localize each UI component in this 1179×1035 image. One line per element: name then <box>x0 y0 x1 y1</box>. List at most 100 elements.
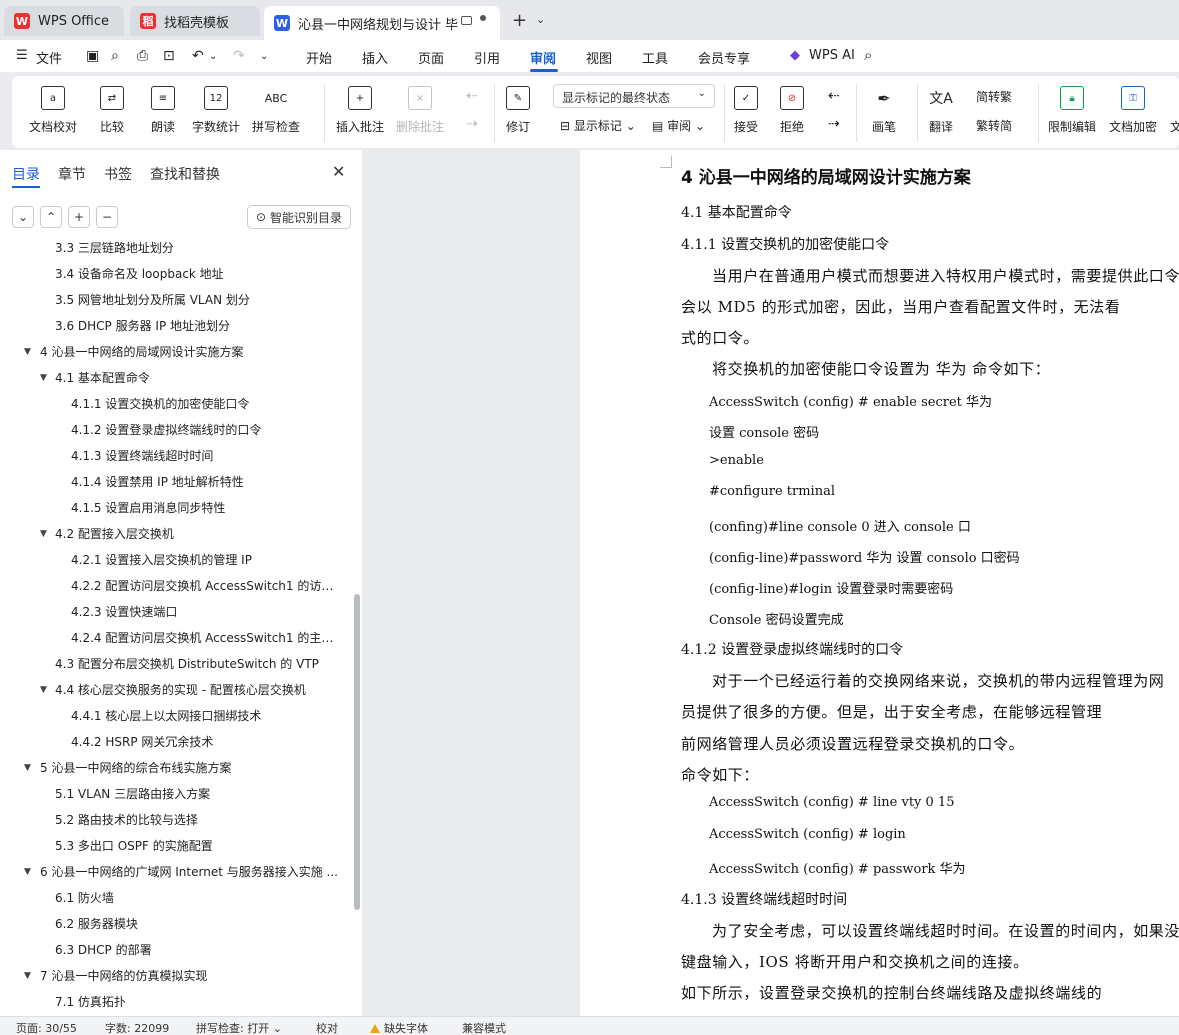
restrict-edit-button[interactable]: 🔒︎ 限制编辑 <box>1048 76 1096 135</box>
document-page[interactable]: 4 沁县一中网络的局域网设计实施方案 4.1 基本配置命令 4.1.1 设置交换机的… <box>580 150 1179 1016</box>
toc-item[interactable]: 4.4.2 HSRP 网关冗余技术 <box>0 729 352 755</box>
screen-icon[interactable] <box>461 16 472 25</box>
toc-item[interactable]: 6.1 防火墙 <box>0 885 352 911</box>
next-change-icon[interactable]: ⇢ <box>828 116 840 132</box>
collapse-caret-icon[interactable]: ▼ <box>24 963 31 989</box>
search-icon[interactable]: ⌕ <box>864 46 872 64</box>
toc-item[interactable]: 5.2 路由技术的比较与选择 <box>0 807 352 833</box>
smart-toc-button[interactable]: ⊙ 智能识别目录 <box>247 205 351 229</box>
toc-item[interactable]: 7.1 仿真拓扑 <box>0 989 352 1015</box>
prev-change-icon[interactable]: ⇠ <box>828 88 840 104</box>
collapse-caret-icon[interactable]: ▼ <box>40 677 47 703</box>
expand-all-button[interactable]: ⌄ <box>12 206 34 228</box>
toc-item[interactable]: 4.2.4 配置访问层交换机 AccessSwitch1 的主干 ... <box>0 625 352 651</box>
toc-item[interactable]: 4.2.1 设置接入层交换机的管理 IP <box>0 547 352 573</box>
tab-document[interactable]: W 沁县一中网络规划与设计 毕业 <box>264 6 500 40</box>
menu-member[interactable]: 会员专享 <box>698 48 750 67</box>
toc-item[interactable]: ▼ 7 沁县一中网络的仿真模拟实现 <box>0 963 352 989</box>
toc-item[interactable]: 6.2 服务器模块 <box>0 911 352 937</box>
ribbon-more-label[interactable]: 文 <box>1170 118 1179 135</box>
toc-item[interactable]: ▼ 4.2 配置接入层交换机 <box>0 521 352 547</box>
toc-item[interactable]: 5.3 多出口 OSPF 的实施配置 <box>0 833 352 859</box>
revise-button[interactable]: ✎ 修订 <box>506 76 530 135</box>
new-tab-plus-icon[interactable]: + <box>512 10 527 31</box>
missing-font-status[interactable]: 缺失字体 <box>370 1020 428 1035</box>
review-pane-button[interactable]: ▤ 审阅 ⌄ <box>652 117 705 134</box>
toc-item[interactable]: 3.5 网管地址划分及所属 VLAN 划分 <box>0 287 352 313</box>
toc-item[interactable]: 4.1.1 设置交换机的加密使能口令 <box>0 391 352 417</box>
share-icon[interactable]: ⌕ <box>111 48 119 64</box>
collapse-caret-icon[interactable]: ▼ <box>40 365 47 391</box>
toc-item[interactable]: ▼ 4.1 基本配置命令 <box>0 365 352 391</box>
tab-template[interactable]: 稻 找稻壳模板 <box>130 6 260 36</box>
trad-to-simp-button[interactable]: 繁转简 <box>976 117 1012 134</box>
toc-item[interactable]: 4.4.1 核心层上以太网接口捆绑技术 <box>0 703 352 729</box>
show-markup-button[interactable]: ⊟ 显示标记 ⌄ <box>560 117 636 134</box>
panel-tab-find-replace[interactable]: 查找和替换 <box>150 164 220 184</box>
toc-item[interactable]: 4.2.3 设置快速端口 <box>0 599 352 625</box>
collapse-caret-icon[interactable]: ▼ <box>24 339 31 365</box>
menu-tools[interactable]: 工具 <box>642 48 668 67</box>
toc-item[interactable]: 6.3 DHCP 的部署 <box>0 937 352 963</box>
toc-scrollbar[interactable] <box>354 594 360 910</box>
toc-item[interactable]: 3.4 设备命名及 loopback 地址 <box>0 261 352 287</box>
menu-view[interactable]: 视图 <box>586 48 612 67</box>
delete-comment-button[interactable]: × 删除批注 <box>396 76 444 135</box>
menu-file[interactable]: 文件 <box>36 48 62 67</box>
menu-home[interactable]: 开始 <box>306 48 332 67</box>
remove-heading-button[interactable]: − <box>96 206 118 228</box>
translate-button[interactable]: 文A 翻译 <box>929 76 953 135</box>
redo-icon[interactable]: ↷ <box>233 48 245 64</box>
reject-button[interactable]: ⊘ 拒绝 <box>780 76 804 135</box>
read-aloud-button[interactable]: ≡ 朗读 <box>151 76 175 135</box>
display-mode-select[interactable]: 显示标记的最终状态 ⌄ <box>553 84 715 108</box>
toc-item[interactable]: 5.1 VLAN 三层路由接入方案 <box>0 781 352 807</box>
menu-review[interactable]: 审阅 <box>530 48 556 67</box>
toc-item[interactable]: 4.1.4 设置禁用 IP 地址解析特性 <box>0 469 352 495</box>
spell-check-status[interactable]: 拼写检查: 打开 ⌄ <box>196 1020 282 1035</box>
prev-comment-icon[interactable]: ⇠ <box>466 88 478 104</box>
print-preview-icon[interactable]: ⊡ <box>163 48 175 64</box>
toc-item[interactable]: ▼ 4 沁县一中网络的局域网设计实施方案 <box>0 339 352 365</box>
collapse-caret-icon[interactable]: ▼ <box>24 755 31 781</box>
toc-item[interactable]: 3.6 DHCP 服务器 IP 地址池划分 <box>0 313 352 339</box>
add-heading-button[interactable]: + <box>68 206 90 228</box>
compare-button[interactable]: ⇄ 比较 <box>100 76 124 135</box>
menu-insert[interactable]: 插入 <box>362 48 388 67</box>
tab-wps-office[interactable]: W WPS Office <box>4 6 124 36</box>
toc-item[interactable]: 4.1.3 设置终端线超时时间 <box>0 443 352 469</box>
hamburger-icon[interactable]: ☰ <box>16 48 28 63</box>
more-chevron-icon[interactable]: ⌄ <box>260 51 268 62</box>
menu-page[interactable]: 页面 <box>418 48 444 67</box>
simp-to-trad-button[interactable]: 简转繁 <box>976 88 1012 105</box>
panel-tab-chapters[interactable]: 章节 <box>58 164 86 184</box>
collapse-all-button[interactable]: ⌃ <box>40 206 62 228</box>
chevron-down-icon[interactable]: ⌄ <box>536 13 545 26</box>
undo-menu-chevron-icon[interactable]: ⌄ <box>209 51 217 62</box>
next-comment-icon[interactable]: ⇢ <box>466 116 478 132</box>
menu-wps-ai[interactable]: WPS AI <box>809 48 855 63</box>
panel-tab-bookmarks[interactable]: 书签 <box>104 164 132 184</box>
toc-item[interactable]: ▼ 6 沁县一中网络的广域网 Internet 与服务器接入实施 ... <box>0 859 352 885</box>
print-icon[interactable]: ⎙ <box>137 48 148 64</box>
save-icon[interactable]: ▣ <box>86 48 99 64</box>
encrypt-button[interactable]: ⚿ 文档加密 <box>1109 76 1157 135</box>
close-panel-icon[interactable]: ✕ <box>332 162 345 181</box>
word-count-indicator[interactable]: 字数: 22099 <box>105 1020 169 1035</box>
accept-button[interactable]: ✓ 接受 <box>734 76 758 135</box>
unsaved-dot-icon[interactable] <box>480 15 486 21</box>
collapse-caret-icon[interactable]: ▼ <box>40 521 47 547</box>
toc-item[interactable]: ▼ 4.4 核心层交换服务的实现 - 配置核心层交换机 <box>0 677 352 703</box>
doc-check-button[interactable]: a 文档校对 <box>29 76 77 135</box>
toc-item[interactable]: ▼ 5 沁县一中网络的综合布线实施方案 <box>0 755 352 781</box>
word-count-button[interactable]: 12 字数统计 <box>192 76 240 135</box>
proof-status[interactable]: 校对 <box>316 1020 338 1035</box>
menu-reference[interactable]: 引用 <box>474 48 500 67</box>
toc-item[interactable]: 4.2.2 配置访问层交换机 AccessSwitch1 的访问 ... <box>0 573 352 599</box>
undo-icon[interactable]: ↶ <box>192 48 204 64</box>
toc-item[interactable]: 4.1.2 设置登录虚拟终端线时的口令 <box>0 417 352 443</box>
toc-item[interactable]: 4.1.5 设置启用消息同步特性 <box>0 495 352 521</box>
toc-item[interactable]: 3.3 三层链路地址划分 <box>0 238 352 261</box>
page-indicator[interactable]: 页面: 30/55 <box>16 1020 77 1035</box>
toc-item[interactable]: 4.3 配置分布层交换机 DistributeSwitch 的 VTP <box>0 651 352 677</box>
